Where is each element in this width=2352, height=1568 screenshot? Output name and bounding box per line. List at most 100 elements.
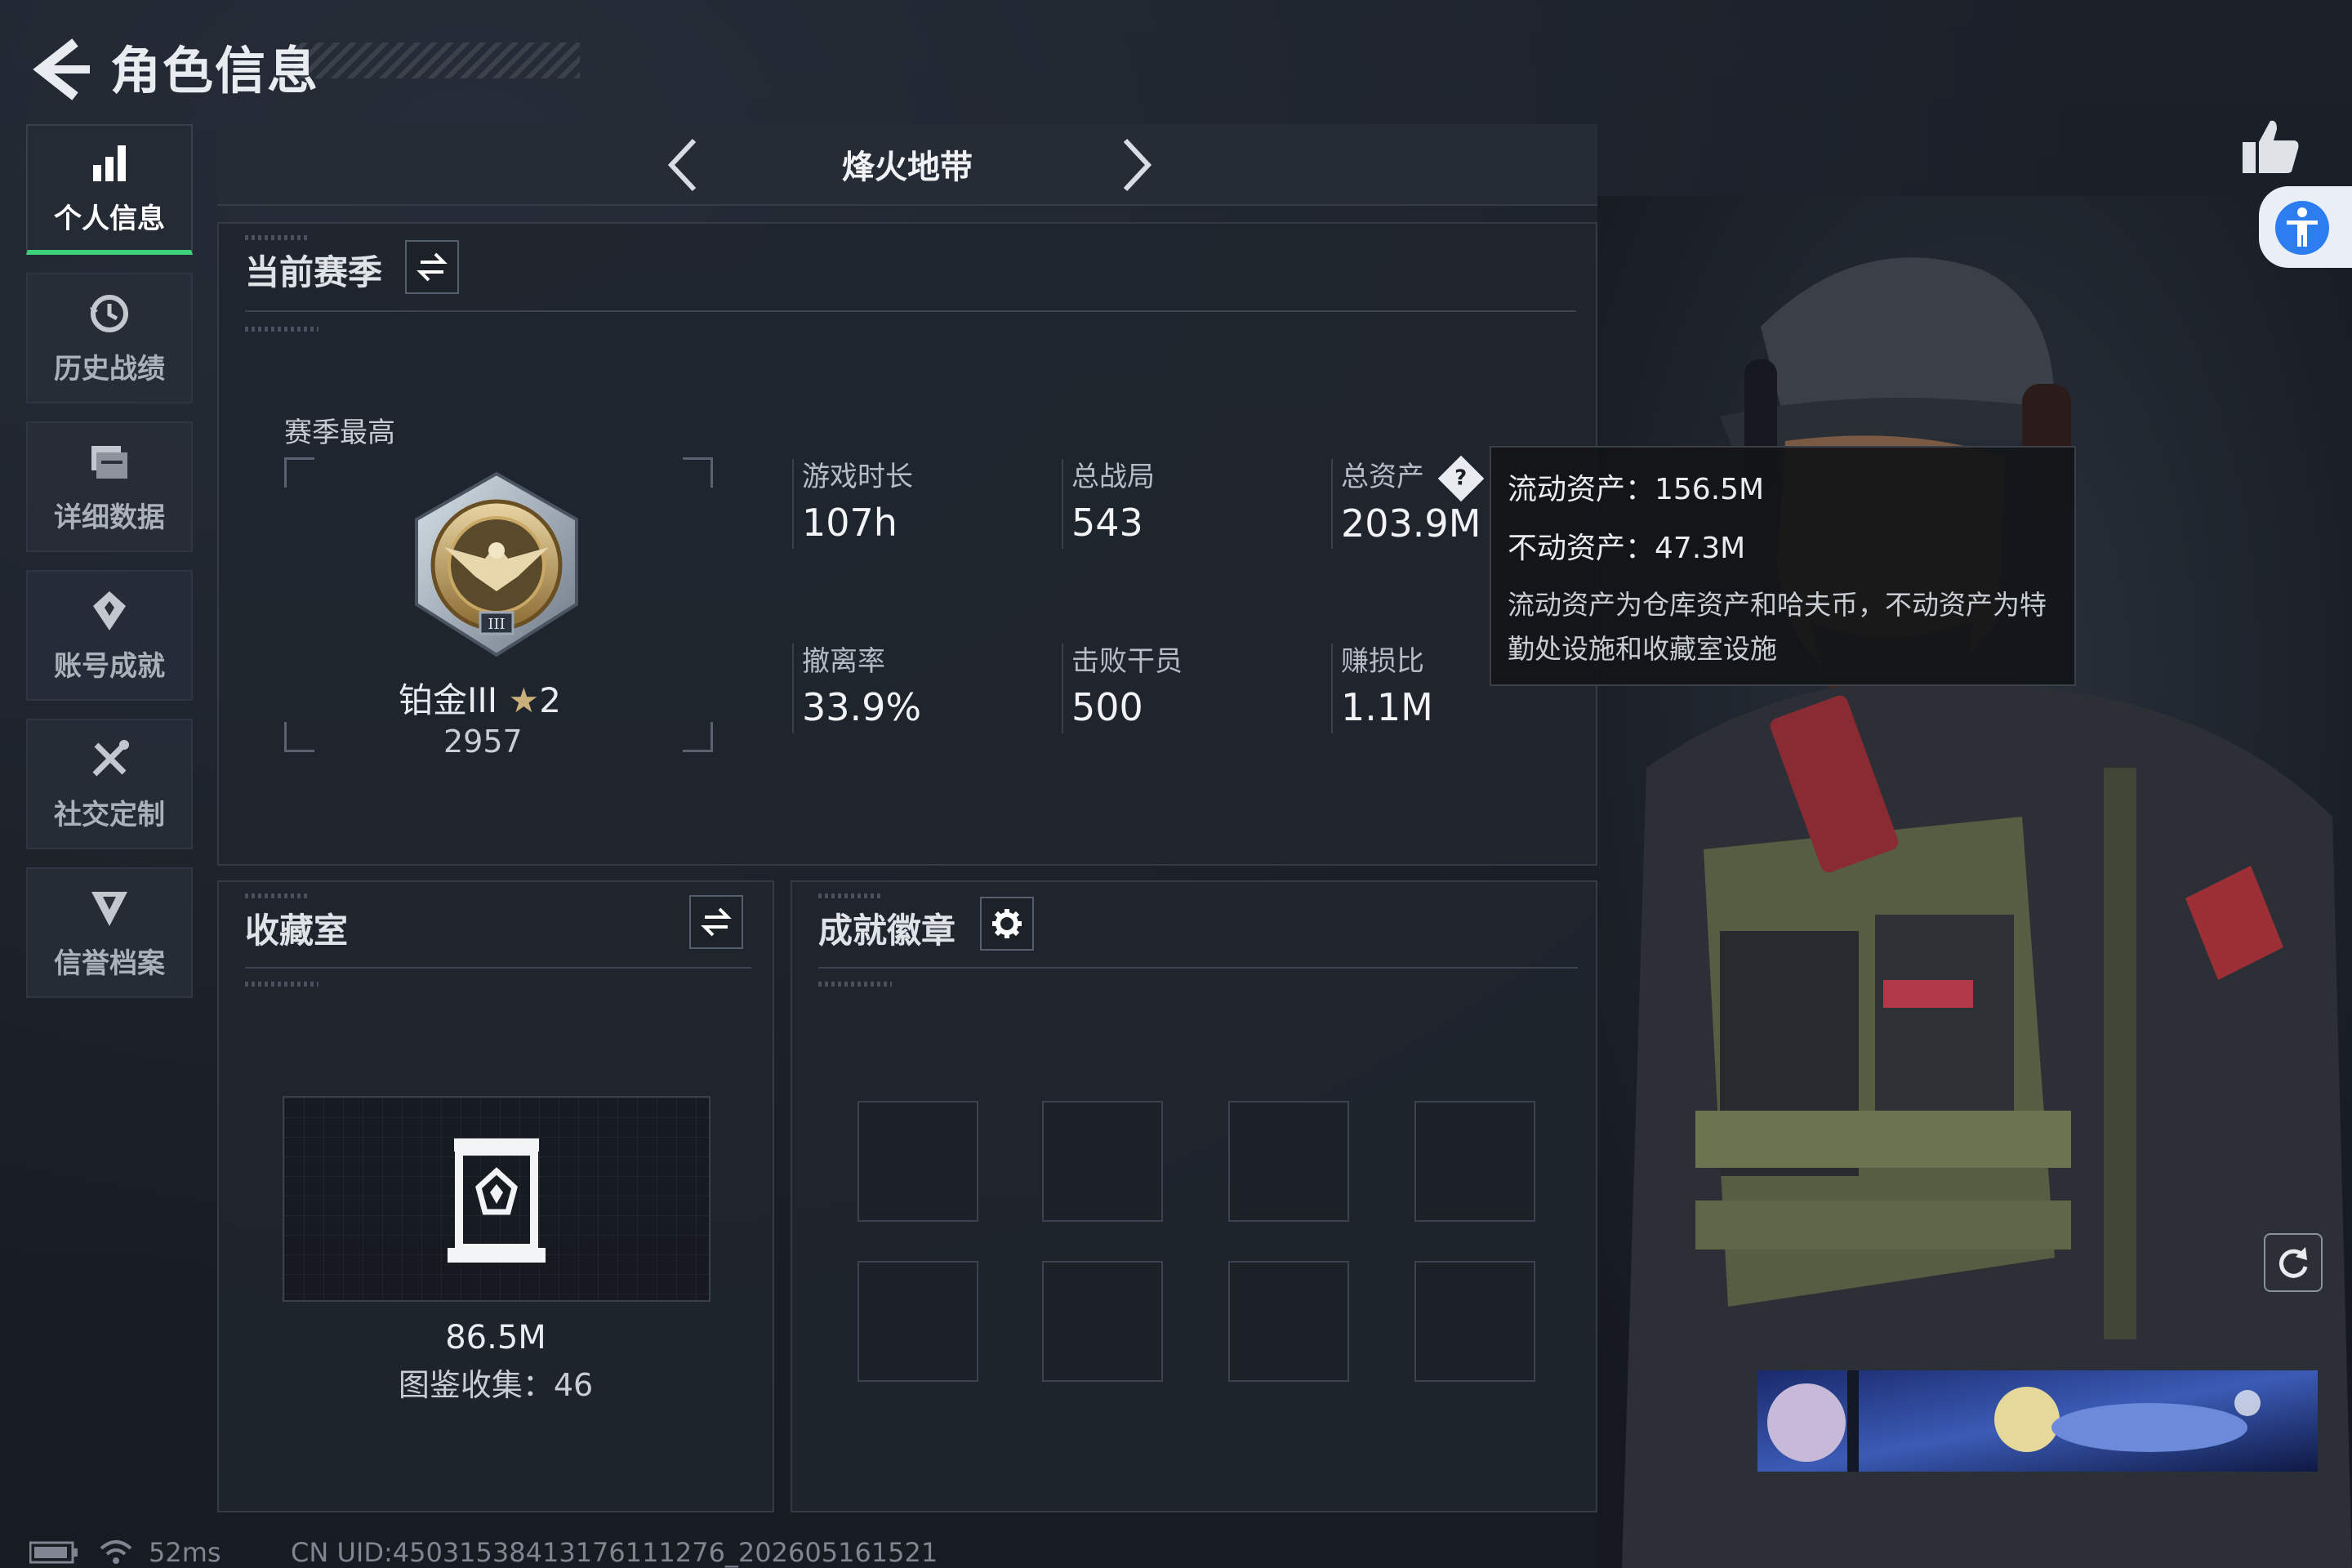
- tooltip-liquid-assets: 流动资产：156.5M: [1508, 473, 1765, 506]
- stat-divider: [1062, 644, 1063, 733]
- chevron-right-icon[interactable]: [1106, 134, 1163, 196]
- stat-label: 击败干员: [1071, 645, 1183, 678]
- panel-decoration: [245, 235, 310, 240]
- display-case-icon: [448, 1138, 546, 1263]
- badges-title: 成就徽章: [818, 911, 956, 951]
- history-clock-icon: [90, 294, 128, 332]
- swap-arrows-icon: [701, 907, 732, 937]
- thumbs-up-icon[interactable]: [2238, 114, 2303, 180]
- stat-total-assets: 总资产 ? 203.9M: [1331, 454, 1485, 549]
- mode-name: 烽火地带: [842, 149, 973, 186]
- badge-slot[interactable]: [858, 1101, 978, 1222]
- mode-selector: 烽火地带: [217, 124, 1597, 206]
- panel-decoration: [245, 327, 318, 332]
- sidebar-item-label: 信誉档案: [54, 947, 165, 980]
- stat-divider: [792, 459, 794, 549]
- badge-slot[interactable]: [1042, 1101, 1163, 1222]
- rank-tier: 铂金III: [399, 680, 498, 720]
- sidebar: 个人信息 历史战绩 详细数据 账号成就 社交定制 信誉档案: [26, 124, 196, 1016]
- sidebar-item-label: 账号成就: [54, 649, 165, 683]
- frame-corner: [683, 722, 713, 752]
- shield-down-icon: [91, 891, 127, 926]
- collection-switch-button[interactable]: [689, 895, 743, 949]
- panel-decoration: [818, 893, 884, 898]
- platinum-rank-emblem-icon: III: [415, 471, 578, 657]
- header: 角色信息: [24, 24, 580, 114]
- sidebar-item-credit[interactable]: 信誉档案: [26, 867, 193, 998]
- stat-value: 107h: [802, 501, 898, 545]
- stat-value: 543: [1071, 501, 1143, 545]
- sidebar-item-social[interactable]: 社交定制: [26, 719, 193, 849]
- frame-corner: [284, 722, 314, 752]
- panel-divider: [818, 967, 1578, 969]
- stat-play-time: 游戏时长 107h: [792, 454, 913, 549]
- back-arrow-icon[interactable]: [24, 33, 98, 106]
- collection-panel: 收藏室 86.5M 图鉴收集：46: [217, 880, 774, 1512]
- sidebar-item-history[interactable]: 历史战绩: [26, 273, 193, 403]
- swap-arrows-icon: [416, 252, 448, 282]
- rotate-model-button[interactable]: [2264, 1233, 2323, 1292]
- stat-value: 1.1M: [1341, 685, 1433, 729]
- event-banner[interactable]: [1756, 1369, 2319, 1473]
- badge-slot[interactable]: [1414, 1261, 1535, 1382]
- stat-operators-defeated: 击败干员 500: [1062, 639, 1183, 733]
- rotate-icon: [2278, 1247, 2308, 1278]
- rank-stars: 2: [539, 680, 561, 720]
- svg-text:III: III: [488, 616, 505, 633]
- badge-slot[interactable]: [1228, 1101, 1349, 1222]
- character-model[interactable]: [1597, 196, 2352, 1568]
- season-switch-button[interactable]: [405, 240, 459, 294]
- stat-label: 总战局: [1071, 461, 1155, 493]
- badge-slot[interactable]: [1228, 1261, 1349, 1382]
- collection-title: 收藏室: [245, 911, 349, 951]
- frame-corner: [284, 457, 314, 488]
- accessibility-button[interactable]: [2259, 186, 2352, 268]
- page-title: 角色信息: [110, 41, 320, 100]
- stat-label: 游戏时长: [802, 461, 913, 493]
- help-question-icon[interactable]: ?: [1437, 455, 1485, 501]
- bar-chart-icon: [93, 145, 126, 181]
- badge-slot[interactable]: [858, 1261, 978, 1382]
- stat-label: 总资产 ?: [1341, 454, 1485, 501]
- gear-icon: [992, 909, 1022, 938]
- stat-divider: [792, 644, 794, 733]
- badges-settings-button[interactable]: [980, 897, 1034, 951]
- accessibility-icon: [2275, 201, 2329, 255]
- season-best-label: 赛季最高: [284, 416, 395, 449]
- collection-value: 86.5M: [445, 1319, 546, 1356]
- folder-data-icon: [91, 445, 127, 479]
- rank-star-icon: ★: [508, 680, 540, 720]
- panel-divider: [245, 310, 1576, 312]
- panel-decoration: [245, 982, 318, 987]
- sidebar-item-personal-info[interactable]: 个人信息: [26, 124, 193, 255]
- battery-icon: [29, 1541, 78, 1564]
- badges-panel: 成就徽章: [791, 880, 1597, 1512]
- panel-divider: [245, 967, 751, 969]
- panel-decoration: [818, 982, 892, 987]
- banner-image: [1757, 1370, 2318, 1472]
- sidebar-item-achievements[interactable]: 账号成就: [26, 570, 193, 701]
- stat-divider: [1331, 459, 1333, 549]
- rank-score: 2957: [443, 724, 523, 760]
- tools-icon: [92, 739, 129, 776]
- stat-label: 撤离率: [802, 645, 885, 678]
- stat-value: 500: [1071, 685, 1143, 729]
- sidebar-item-label: 历史战绩: [54, 352, 165, 385]
- stat-profit-loss: 赚损比 1.1M: [1331, 639, 1433, 733]
- collection-count: 图鉴收集：46: [398, 1367, 594, 1403]
- wifi-icon: [100, 1540, 132, 1564]
- sidebar-item-details[interactable]: 详细数据: [26, 421, 193, 552]
- stat-extract-rate: 撤离率 33.9%: [792, 639, 921, 733]
- achievement-badge-icon: [93, 590, 126, 630]
- badge-slot[interactable]: [1414, 1101, 1535, 1222]
- player-uid: CN UID:45031538413176111276_202605161521: [291, 1537, 938, 1568]
- tooltip-fixed-assets: 不动资产：47.3M: [1508, 532, 1746, 565]
- rank-name: 铂金III ★2: [399, 673, 561, 723]
- sidebar-item-label: 详细数据: [54, 501, 165, 534]
- stat-divider: [1331, 644, 1333, 733]
- badge-slot[interactable]: [1042, 1261, 1163, 1382]
- operator-character-image: [1597, 196, 2352, 1568]
- sidebar-item-label: 个人信息: [54, 202, 165, 235]
- collection-display[interactable]: [283, 1096, 710, 1302]
- stat-total-matches: 总战局 543: [1062, 454, 1155, 549]
